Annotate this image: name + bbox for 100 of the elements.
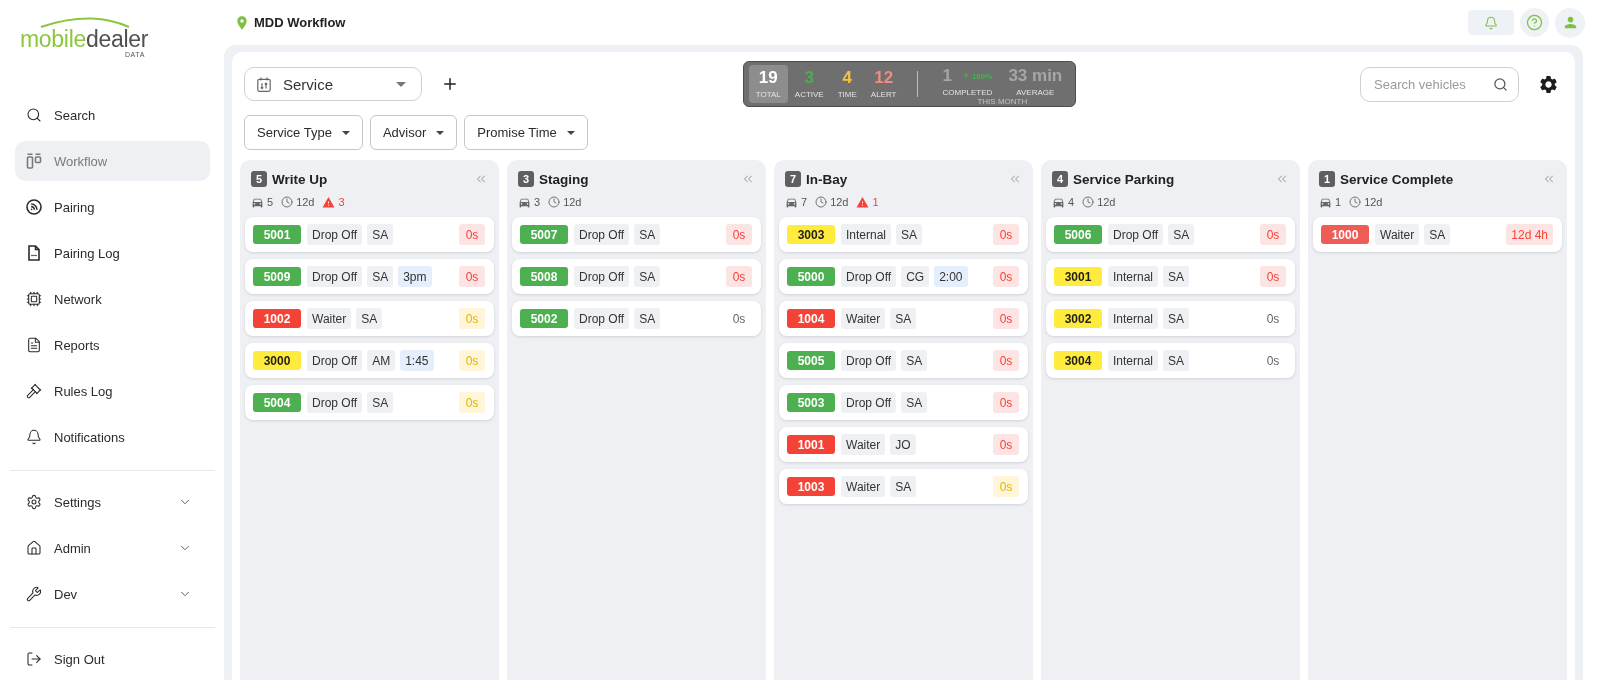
vehicle-card[interactable]: 5007 Drop Off SA 0s bbox=[512, 217, 761, 252]
nav-item[interactable]: Reports bbox=[15, 325, 210, 365]
nav-item[interactable]: Dev bbox=[15, 574, 210, 614]
nav-item[interactable]: Pairing Log bbox=[15, 233, 210, 273]
filter-dropdown[interactable]: Service Type bbox=[244, 115, 363, 150]
nav-item[interactable]: Sign Out bbox=[15, 639, 210, 679]
filter-dropdown[interactable]: Advisor bbox=[369, 115, 458, 150]
vehicle-card[interactable]: 3002 Internal SA 0s bbox=[1046, 301, 1295, 336]
stat-tile[interactable]: 4 TIME bbox=[830, 65, 864, 103]
column-count: 7 bbox=[785, 171, 801, 187]
vehicle-card[interactable]: 1004 Waiter SA 0s bbox=[779, 301, 1028, 336]
file-icon bbox=[26, 245, 42, 261]
advisor-tag: SA bbox=[634, 224, 661, 245]
stat-label: ALERT bbox=[870, 90, 897, 100]
caret-icon bbox=[566, 130, 575, 135]
vehicle-card[interactable]: 3003 Internal SA 0s bbox=[779, 217, 1028, 252]
advisor-tag: SA bbox=[634, 308, 661, 329]
stat-tile[interactable]: 12 ALERT bbox=[863, 65, 904, 103]
account-button[interactable] bbox=[1555, 7, 1585, 38]
collapse-icon[interactable] bbox=[474, 172, 488, 186]
add-icon[interactable] bbox=[441, 75, 459, 93]
advisor-tag: SA bbox=[1163, 266, 1190, 287]
timer-label: 0s bbox=[993, 476, 1019, 497]
stat-value: 3 bbox=[804, 68, 814, 87]
vehicle-card[interactable]: 5009 Drop Off SA 3pm 0s bbox=[245, 259, 494, 294]
stat-label: ACTIVE bbox=[794, 90, 824, 100]
period-label: THIS MONTH bbox=[977, 98, 1028, 106]
vehicle-card[interactable]: 5006 Drop Off SA 0s bbox=[1046, 217, 1295, 252]
search-field[interactable]: Search vehicles bbox=[1360, 66, 1519, 102]
nav-item[interactable]: Admin bbox=[15, 528, 210, 568]
age-text: 12d bbox=[1097, 196, 1116, 208]
advisor-tag: AM bbox=[367, 350, 396, 371]
age-text: 12d bbox=[830, 196, 849, 208]
vehicle-card[interactable]: 5004 Drop Off SA 0s bbox=[245, 385, 494, 420]
bell-icon bbox=[26, 429, 42, 445]
vehicle-number: 1004 bbox=[787, 309, 835, 328]
vehicle-count: 4 bbox=[1068, 196, 1075, 208]
stat-label: TIME bbox=[837, 90, 857, 100]
timer-label: 0s bbox=[1260, 266, 1286, 287]
view-select[interactable]: Service bbox=[244, 67, 422, 101]
collapse-icon[interactable] bbox=[1275, 172, 1289, 186]
vehicle-card[interactable]: 1001 Waiter JO 0s bbox=[779, 427, 1028, 462]
caret-icon bbox=[436, 130, 445, 135]
vehicle-card[interactable]: 5002 Drop Off SA 0s bbox=[512, 301, 761, 336]
advisor-tag: SA bbox=[896, 224, 923, 245]
nav-item[interactable]: Notifications bbox=[15, 417, 210, 457]
search-icon bbox=[26, 107, 42, 123]
help-button[interactable] bbox=[1520, 8, 1549, 37]
vehicle-number: 5005 bbox=[787, 351, 835, 370]
column-title: Write Up bbox=[272, 171, 329, 187]
vehicle-card[interactable]: 3000 Drop Off AM 1:45 0s bbox=[245, 343, 494, 378]
settings-icon[interactable] bbox=[1538, 73, 1559, 95]
nav-item[interactable]: Settings bbox=[15, 482, 210, 522]
timer-label: 0s bbox=[459, 266, 485, 287]
vehicle-number: 1002 bbox=[253, 309, 301, 328]
collapse-icon[interactable] bbox=[1542, 172, 1556, 186]
nav-item[interactable]: Workflow bbox=[15, 141, 210, 181]
bell-icon bbox=[1484, 15, 1498, 30]
timer-label: 12d 4h bbox=[1506, 224, 1553, 245]
vehicle-card[interactable]: 3001 Internal SA 0s bbox=[1046, 259, 1295, 294]
help-icon bbox=[1526, 14, 1543, 31]
collapse-icon[interactable] bbox=[1008, 172, 1022, 186]
vehicle-number: 5001 bbox=[253, 225, 301, 244]
vehicle-card[interactable]: 1002 Waiter SA 0s bbox=[245, 301, 494, 336]
nav-item[interactable]: Rules Log bbox=[15, 371, 210, 411]
vehicle-card[interactable]: 5000 Drop Off CG 2:00 0s bbox=[779, 259, 1028, 294]
nav-item[interactable]: Pairing bbox=[15, 187, 210, 227]
clock-icon bbox=[548, 196, 561, 208]
logout-icon bbox=[26, 651, 42, 667]
age-text: 12d bbox=[296, 196, 315, 208]
vehicle-number: 3003 bbox=[787, 225, 835, 244]
vehicle-card[interactable]: 3004 Internal SA 0s bbox=[1046, 343, 1295, 378]
column-title: Service Parking bbox=[1073, 171, 1176, 187]
stat-label: AVERAGE bbox=[1015, 88, 1056, 98]
advisor-tag: CG bbox=[901, 266, 930, 287]
filter-dropdown[interactable]: Promise Time bbox=[464, 115, 588, 150]
advisor-tag: SA bbox=[890, 308, 917, 329]
notifications-button[interactable] bbox=[1468, 10, 1514, 35]
vehicle-card[interactable]: 5003 Drop Off SA 0s bbox=[779, 385, 1028, 420]
vehicle-card[interactable]: 1003 Waiter SA 0s bbox=[779, 469, 1028, 504]
collapse-icon[interactable] bbox=[741, 172, 755, 186]
vehicle-number: 5006 bbox=[1054, 225, 1102, 244]
vehicle-card[interactable]: 5005 Drop Off SA 0s bbox=[779, 343, 1028, 378]
vehicle-number: 3000 bbox=[253, 351, 301, 370]
vehicle-card[interactable]: 1000 Waiter SA 12d 4h bbox=[1313, 217, 1562, 252]
service-type-tag: Internal bbox=[1108, 308, 1159, 329]
document-icon bbox=[26, 337, 42, 353]
service-type-tag: Drop Off bbox=[307, 266, 363, 287]
vehicle-number: 1000 bbox=[1321, 225, 1369, 244]
vehicle-card[interactable]: 5001 Drop Off SA 0s bbox=[245, 217, 494, 252]
vehicle-number: 5007 bbox=[520, 225, 568, 244]
vehicle-card[interactable]: 5008 Drop Off SA 0s bbox=[512, 259, 761, 294]
nav-item[interactable]: Network bbox=[15, 279, 210, 319]
house-icon bbox=[26, 540, 42, 556]
caret-icon bbox=[341, 130, 350, 135]
timer-label: 0s bbox=[459, 224, 485, 245]
nav-item[interactable]: Search bbox=[15, 95, 210, 135]
swoosh-icon bbox=[40, 17, 130, 28]
stat-tile[interactable]: 3 ACTIVE bbox=[787, 65, 831, 103]
timer-label: 0s bbox=[459, 308, 485, 329]
